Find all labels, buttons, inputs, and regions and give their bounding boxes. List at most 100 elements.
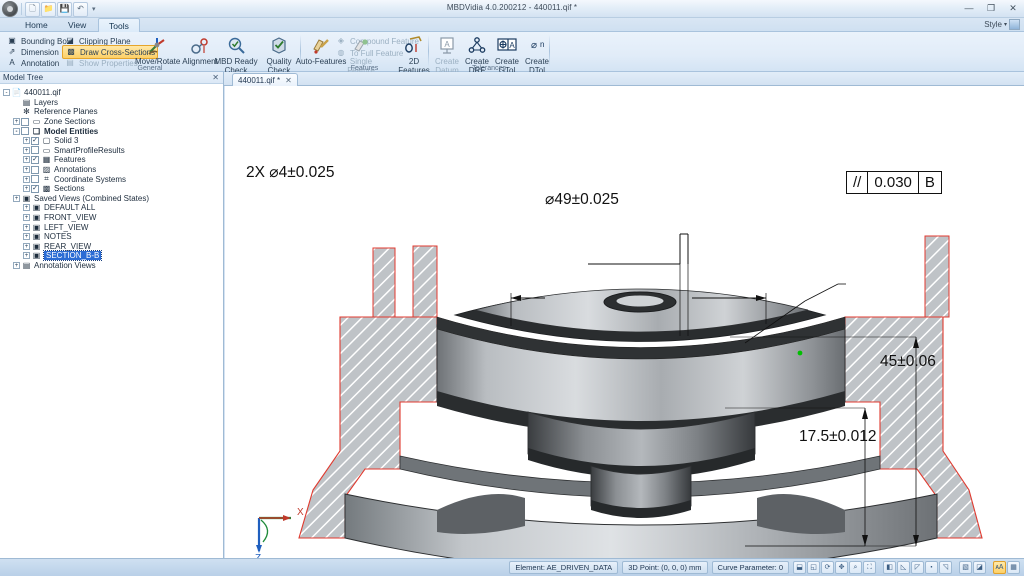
expander-box[interactable]: + — [23, 224, 30, 231]
expander-box[interactable]: + — [23, 176, 30, 183]
dim-outer-diameter[interactable]: ⌀49±0.025 — [545, 190, 619, 209]
expander-box[interactable]: - — [13, 128, 20, 135]
close-button[interactable]: ✕ — [1005, 1, 1021, 15]
create-datum-glyph: A — [438, 36, 456, 56]
clip-plane-icon[interactable]: ◪ — [973, 561, 986, 574]
expand-icon[interactable]: + — [22, 251, 31, 260]
close-icon[interactable]: ✕ — [285, 74, 292, 87]
dim-2x-hole[interactable]: 2X ⌀4±0.025 — [246, 163, 335, 182]
tree-checkbox[interactable] — [21, 118, 29, 126]
close-icon[interactable]: ✕ — [212, 72, 219, 84]
expand-icon[interactable]: + — [12, 261, 21, 270]
expand-icon[interactable]: + — [22, 213, 31, 222]
minimize-button[interactable]: — — [961, 1, 977, 15]
expander-box[interactable]: + — [23, 233, 30, 240]
tree-node[interactable]: +▨Annotations — [2, 165, 223, 175]
expand-icon[interactable]: + — [22, 165, 31, 174]
expander-box[interactable]: + — [23, 166, 30, 173]
tree-checkbox[interactable] — [21, 127, 29, 135]
expander-box[interactable]: + — [23, 185, 30, 192]
tree-node[interactable]: +▭Zone Sections — [2, 117, 223, 127]
tree-node[interactable]: +✓▢Solid 3 — [2, 136, 223, 146]
tab-tools[interactable]: Tools — [98, 18, 140, 32]
maximize-button[interactable]: ❐ — [983, 1, 999, 15]
tree-node[interactable]: +▣SECTION_B-B — [2, 251, 223, 261]
tree-checkbox[interactable]: ✓ — [31, 185, 39, 193]
expand-icon[interactable]: + — [22, 155, 31, 164]
cad-model-render[interactable] — [225, 86, 1024, 558]
expand-icon[interactable]: + — [22, 184, 31, 193]
ribbon-item-auto-features[interactable]: Auto-Features — [295, 34, 347, 66]
tree-node[interactable]: +⌗Coordinate Systems — [2, 174, 223, 184]
expander-box[interactable]: + — [23, 214, 30, 221]
expand-icon[interactable]: + — [22, 223, 31, 232]
expander-box[interactable]: + — [23, 252, 30, 259]
shaded-mode-icon[interactable]: ◧ — [883, 561, 896, 574]
tree-node[interactable]: +▣REAR_VIEW — [2, 242, 223, 252]
tree-node[interactable]: +✓▦Features — [2, 155, 223, 165]
expand-icon[interactable]: + — [12, 194, 21, 203]
expand-icon[interactable]: + — [22, 146, 31, 155]
select-tool-icon[interactable]: ⬓ — [793, 561, 806, 574]
expander-box[interactable]: + — [13, 195, 20, 202]
tree-checkbox[interactable]: ✓ — [31, 156, 39, 164]
tree-node[interactable]: +▭SmartProfileResults — [2, 146, 223, 156]
tree-node[interactable]: +▣LEFT_VIEW — [2, 222, 223, 232]
document-tab-440011[interactable]: 440011.qif * ✕ — [232, 73, 298, 86]
tree-node[interactable]: ▤Layers — [2, 98, 223, 108]
expander-box[interactable]: + — [23, 137, 30, 144]
wireframe-mode-icon[interactable]: ◺ — [897, 561, 910, 574]
zone-sections-icon: ▭ — [31, 117, 42, 126]
expand-icon[interactable]: + — [22, 175, 31, 184]
expand-icon[interactable]: + — [12, 117, 21, 126]
tree-node[interactable]: ✻Reference Planes — [2, 107, 223, 117]
tree-node[interactable]: -❏Model Entities — [2, 126, 223, 136]
expand-icon[interactable]: + — [22, 203, 31, 212]
rotate-view-icon[interactable]: ⟳ — [821, 561, 834, 574]
tree-node[interactable]: -📄440011.qif — [2, 88, 223, 98]
pan-view-icon[interactable]: ✥ — [835, 561, 848, 574]
fit-view-icon[interactable]: ⛶ — [863, 561, 876, 574]
parallelism-fcf[interactable]: // 0.030 B — [846, 171, 942, 194]
expand-icon[interactable]: + — [22, 242, 31, 251]
expand-icon[interactable]: + — [22, 232, 31, 241]
status-bar: Element: AE_DRIVEN_DATA 3D Point: (0, 0,… — [0, 558, 1024, 576]
tree-node[interactable]: +▣NOTES — [2, 232, 223, 242]
expander-box[interactable]: + — [13, 262, 20, 269]
expander-box[interactable]: + — [13, 118, 20, 125]
tree-checkbox[interactable] — [31, 166, 39, 174]
style-selector[interactable]: Style ▾ — [984, 19, 1020, 30]
expand-icon[interactable]: + — [22, 136, 31, 145]
section-view-icon[interactable]: ▧ — [959, 561, 972, 574]
tree-node[interactable]: +▣Saved Views (Combined States) — [2, 194, 223, 204]
tree-node[interactable]: +▣DEFAULT ALL — [2, 203, 223, 213]
tree-node[interactable]: +▣FRONT_VIEW — [2, 213, 223, 223]
tab-view[interactable]: View — [57, 18, 97, 32]
edge-mode-icon[interactable]: ◹ — [939, 561, 952, 574]
expander-box[interactable]: + — [23, 243, 30, 250]
3d-viewport[interactable]: 2X ⌀4±0.025 ⌀49±0.025 45±0.06 17.5±0.012… — [225, 86, 1024, 558]
tree-node[interactable]: +✓▩Sections — [2, 184, 223, 194]
collapse-icon[interactable]: - — [12, 127, 21, 136]
pick-face-icon[interactable]: ◱ — [807, 561, 820, 574]
point-mode-icon[interactable]: ⬝ — [925, 561, 938, 574]
ribbon-item-move-rotate[interactable]: Move/Rotate — [135, 34, 179, 66]
tree-checkbox[interactable]: ✓ — [31, 137, 39, 145]
zoom-view-icon[interactable]: ⌕ — [849, 561, 862, 574]
dim-overall-height[interactable]: 45±0.06 — [880, 353, 936, 371]
tree-checkbox[interactable] — [31, 175, 39, 183]
collapse-icon[interactable]: - — [2, 88, 11, 97]
annotation-toggle-icon[interactable]: 🗚 — [993, 561, 1006, 574]
dim-step-height[interactable]: 17.5±0.012 — [799, 428, 876, 446]
tree-node[interactable]: +▤Annotation Views — [2, 261, 223, 271]
expander-box[interactable]: - — [3, 89, 10, 96]
style-swatch-icon[interactable] — [1009, 19, 1020, 30]
expander-box[interactable]: + — [23, 147, 30, 154]
tree-checkbox[interactable] — [31, 146, 39, 154]
expander-box[interactable]: + — [23, 156, 30, 163]
center-bore-inner — [616, 295, 664, 307]
hidden-line-icon[interactable]: ◸ — [911, 561, 924, 574]
tab-home[interactable]: Home — [14, 18, 59, 32]
settings-icon[interactable]: ▦ — [1007, 561, 1020, 574]
expander-box[interactable]: + — [23, 204, 30, 211]
